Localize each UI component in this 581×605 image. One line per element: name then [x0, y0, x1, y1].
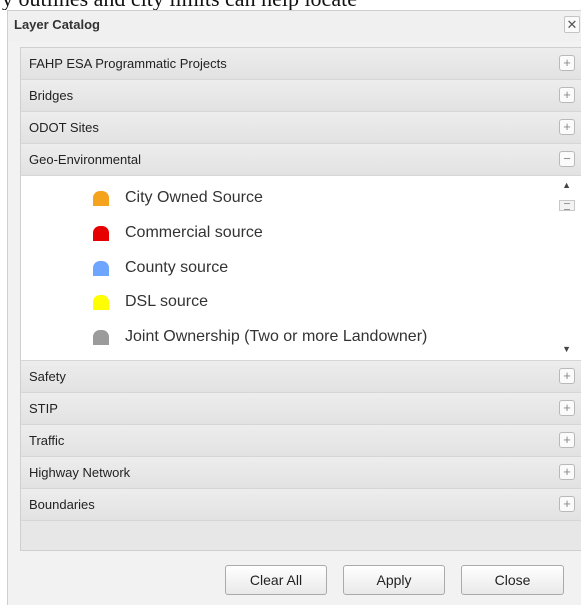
- legend-label: DSL source: [125, 293, 208, 310]
- layer-catalog-dialog: Layer Catalog ✕ FAHP ESA Programmatic Pr…: [7, 10, 581, 605]
- geo-environmental-legend-panel: City Owned Source Commercial source Coun…: [21, 176, 581, 361]
- swatch-icon: [93, 261, 109, 276]
- expand-icon[interactable]: +: [559, 432, 575, 448]
- group-label: FAHP ESA Programmatic Projects: [29, 56, 227, 71]
- legend-label: County source: [125, 259, 229, 276]
- group-label: Geo-Environmental: [29, 152, 141, 167]
- swatch-icon: [93, 226, 109, 241]
- expand-icon[interactable]: +: [559, 464, 575, 480]
- background-page-text: y outlines and city limits can help loca…: [0, 0, 581, 10]
- close-icon[interactable]: ✕: [564, 16, 580, 33]
- scroll-down-icon[interactable]: ▼: [562, 344, 571, 354]
- group-bridges[interactable]: Bridges +: [21, 80, 581, 112]
- group-label: STIP: [29, 401, 58, 416]
- swatch-icon: [93, 191, 109, 206]
- layer-catalog-list: FAHP ESA Programmatic Projects + Bridges…: [20, 47, 581, 551]
- dialog-title: Layer Catalog: [14, 17, 100, 32]
- expand-icon[interactable]: +: [559, 87, 575, 103]
- swatch-icon: [93, 330, 109, 345]
- group-geo-environmental[interactable]: Geo-Environmental −: [21, 144, 581, 176]
- group-label: ODOT Sites: [29, 120, 99, 135]
- group-safety[interactable]: Safety +: [21, 361, 581, 393]
- group-label: Bridges: [29, 88, 74, 103]
- legend-label: City Owned Source: [125, 189, 263, 206]
- close-button[interactable]: Close: [461, 565, 564, 595]
- dialog-title-bar[interactable]: Layer Catalog ✕: [8, 11, 581, 41]
- swatch-icon: [93, 295, 109, 310]
- group-odot-sites[interactable]: ODOT Sites +: [21, 112, 581, 144]
- legend-label: Joint Ownership (Two or more Landowner): [125, 328, 428, 345]
- group-label: Highway Network: [29, 465, 131, 480]
- scrollbar-thumb[interactable]: [559, 200, 575, 211]
- legend-label: Commercial source: [125, 224, 263, 241]
- group-traffic[interactable]: Traffic +: [21, 425, 581, 457]
- group-stip[interactable]: STIP +: [21, 393, 581, 425]
- scroll-up-icon[interactable]: ▲: [562, 180, 571, 190]
- group-label: Boundaries: [29, 497, 95, 512]
- group-label: Traffic: [29, 433, 65, 448]
- clear-all-button[interactable]: Clear All: [225, 565, 327, 595]
- group-fahp-esa[interactable]: FAHP ESA Programmatic Projects +: [21, 48, 581, 80]
- expand-icon[interactable]: +: [559, 368, 575, 384]
- collapse-icon[interactable]: −: [559, 151, 575, 167]
- group-boundaries[interactable]: Boundaries +: [21, 489, 581, 521]
- expand-icon[interactable]: +: [559, 119, 575, 135]
- group-label: Safety: [29, 369, 66, 384]
- expand-icon[interactable]: +: [559, 496, 575, 512]
- group-highway-network[interactable]: Highway Network +: [21, 457, 581, 489]
- expand-icon[interactable]: +: [559, 55, 575, 71]
- apply-button[interactable]: Apply: [343, 565, 445, 595]
- expand-icon[interactable]: +: [559, 400, 575, 416]
